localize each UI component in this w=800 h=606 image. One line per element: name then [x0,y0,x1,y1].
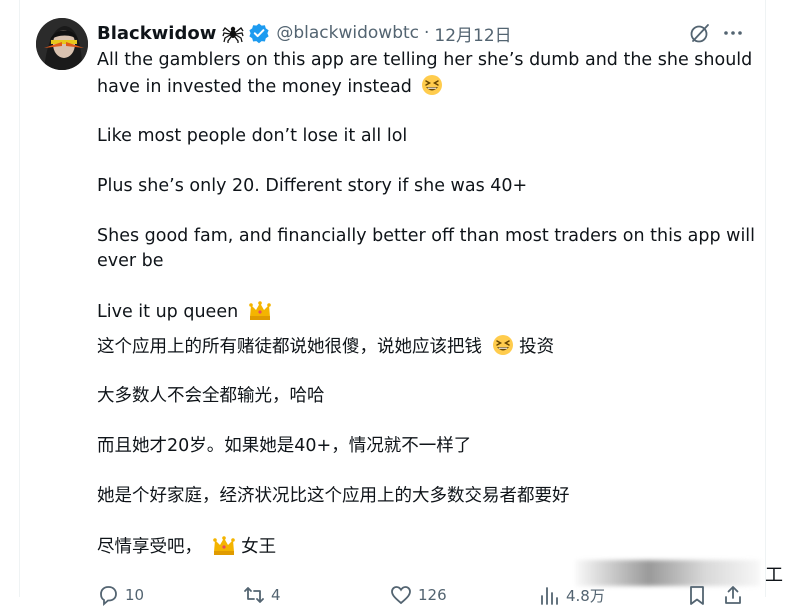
verified-icon [248,22,270,44]
translation-line-4: 她是个好家庭，经济状况比这个应用上的大多数交易者都要好 [97,486,570,506]
translation-line-1: 这个应用上的所有赌徒都说她很傻，说她应该把钱 投资 [97,334,554,364]
avatar[interactable] [36,18,88,70]
tweet-text-line-crown: Live it up queen [97,299,272,329]
spider-icon [222,22,244,44]
translation-line-5: 尽情享受吧， 女王 [97,534,276,564]
tweet-text-line-2: have in invested the money instead [97,74,443,104]
share-icon [725,586,741,604]
grok-icon[interactable] [689,22,711,44]
repost-icon [244,587,264,603]
views-icon [541,587,558,605]
laughing-emoji [492,334,514,364]
translation-text: 投资 [519,337,555,357]
like-button[interactable]: 126 [390,584,447,606]
reply-button[interactable]: 10 [97,584,144,606]
translation-text: 女王 [241,537,277,557]
bookmark-icon [690,586,704,605]
watermark-overlay [575,560,760,586]
timeline-right-border [765,0,766,597]
tweet-text-line: ever be [97,251,164,271]
tweet-text: have in invested the money instead [97,77,412,97]
reply-count: 10 [125,586,145,604]
share-button[interactable] [722,584,744,606]
display-name[interactable]: Blackwidow [97,23,216,44]
laughing-emoji [421,74,443,104]
tweet-text-line: All the gamblers on this app are telling… [97,50,753,70]
tweet-header: Blackwidow @blackwidowbtc · 12月12日 [97,19,760,47]
translation-text: 尽情享受吧， [97,537,202,557]
handle[interactable]: @blackwidowbtc [276,23,419,43]
bookmark-button[interactable] [686,584,708,606]
watermark-mark: 工 [765,565,783,586]
translation-text: 这个应用上的所有赌徒都说她很傻，说她应该把钱 [97,337,482,357]
tweet-text-line: Like most people don’t lose it all lol [97,126,408,146]
dot-separator: · [424,23,430,43]
timeline-left-border [19,0,20,597]
reply-icon [100,586,117,606]
translation-line-3: 而且她才20岁。如果她是40+，情况就不一样了 [97,436,472,456]
like-icon [391,586,411,605]
like-count: 126 [418,586,447,604]
views-count: 4.8万 [566,586,605,605]
repost-button[interactable]: 4 [243,584,281,606]
views-button[interactable]: 4.8万 [538,584,605,606]
tweet-text-line: Plus she’s only 20. Different story if s… [97,176,528,196]
more-icon[interactable] [722,22,744,44]
repost-count: 4 [271,586,281,604]
tweet-text-line: Shes good fam, and financially better of… [97,226,756,246]
tweet-text: Live it up queen [97,302,239,322]
translation-line-2: 大多数人不会全都输光，哈哈 [97,386,325,406]
tweet-date[interactable]: 12月12日 [434,21,511,46]
crown-emoji [248,299,272,329]
crown-emoji [212,534,236,564]
